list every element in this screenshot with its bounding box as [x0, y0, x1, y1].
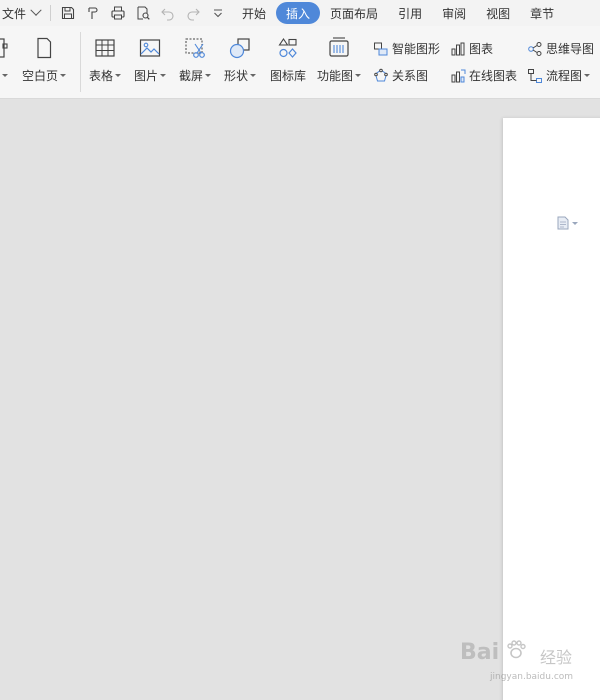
tab-label: 章节: [530, 6, 555, 21]
customize-quick-access-button[interactable]: [207, 2, 229, 24]
dropdown-arrow-icon: [572, 221, 578, 225]
function-chart-label: 功能图: [317, 69, 354, 83]
dropdown-arrow-icon: [2, 74, 8, 77]
dropdown-arrow-icon: [584, 74, 591, 77]
format-painter-button[interactable]: [82, 2, 104, 24]
online-chart-icon: [451, 69, 466, 82]
icon-library-icon: [274, 34, 302, 62]
cover-page-icon: [0, 34, 12, 62]
watermark: Bai 经验 jingyan.baidu.com: [460, 632, 600, 700]
shape-button[interactable]: 形状: [224, 34, 257, 84]
picture-label: 图片: [134, 69, 159, 83]
bar-chart-icon: [451, 42, 465, 55]
dropdown-arrow-icon: [60, 74, 67, 77]
menu-bar: 文件 开始 插入 页面布局 引用 审阅 视图 章节: [0, 0, 600, 26]
file-menu-label: 文件: [2, 6, 27, 21]
smart-art-button[interactable]: 智能图形: [373, 40, 440, 57]
tab-label: 插入: [286, 6, 311, 21]
picture-icon: [136, 34, 164, 62]
mind-map-button[interactable]: 思维导图: [527, 40, 594, 57]
print-icon: [111, 6, 125, 20]
flowchart-label: 流程图: [546, 69, 583, 83]
smart-art-label: 智能图形: [392, 42, 441, 56]
relation-chart-icon: [374, 68, 388, 81]
relation-chart-label: 关系图: [392, 69, 429, 83]
tab-review[interactable]: 审阅: [432, 2, 476, 24]
tab-label: 引用: [398, 6, 423, 21]
document-page[interactable]: [503, 118, 600, 700]
print-preview-button[interactable]: [132, 2, 154, 24]
watermark-suffix: 经验: [540, 648, 573, 667]
tab-label: 开始: [242, 6, 267, 21]
blank-page-icon: [30, 34, 58, 62]
blank-page-button[interactable]: 空白页: [22, 34, 67, 84]
flowchart-icon: [528, 68, 542, 83]
undo-button[interactable]: [157, 2, 179, 24]
watermark-url: jingyan.baidu.com: [490, 672, 574, 682]
screenshot-label: 截屏: [179, 69, 204, 83]
online-chart-button[interactable]: 在线图表: [450, 67, 517, 84]
insert-ribbon: 页 空白页 表格 图片 截屏 形状 图标库: [0, 26, 600, 99]
tab-insert[interactable]: 插入: [276, 2, 321, 24]
dropdown-arrow-icon: [115, 74, 122, 77]
chevron-down-icon: [30, 4, 42, 16]
mind-map-label: 思维导图: [546, 42, 595, 56]
screenshot-button[interactable]: 截屏: [179, 34, 212, 84]
smart-art-icon: [374, 42, 388, 55]
table-button[interactable]: 表格: [89, 34, 122, 84]
page-options-button[interactable]: [557, 216, 578, 230]
file-menu[interactable]: 文件: [0, 0, 42, 26]
icon-library-label: 图标库: [270, 69, 307, 83]
format-painter-icon: [88, 7, 98, 19]
flowchart-button[interactable]: 流程图: [527, 67, 591, 84]
tab-home[interactable]: 开始: [232, 2, 276, 24]
tab-label: 视图: [486, 6, 511, 21]
tab-label: 页面布局: [330, 6, 379, 21]
table-label: 表格: [89, 69, 114, 83]
relation-chart-button[interactable]: 关系图: [373, 67, 428, 84]
blank-page-label: 空白页: [22, 69, 59, 83]
dropdown-arrow-icon: [160, 74, 167, 77]
function-chart-button[interactable]: 功能图: [317, 34, 362, 84]
print-button[interactable]: [107, 2, 129, 24]
watermark-brand: Bai: [460, 640, 500, 665]
tab-section[interactable]: 章节: [520, 2, 564, 24]
table-icon: [91, 34, 119, 62]
save-button[interactable]: [57, 2, 79, 24]
tab-label: 审阅: [442, 6, 467, 21]
shape-label: 形状: [224, 69, 249, 83]
redo-icon: [187, 8, 200, 21]
redo-button[interactable]: [182, 2, 204, 24]
tab-references[interactable]: 引用: [388, 2, 432, 24]
chart-label: 图表: [469, 42, 494, 56]
dropdown-arrow-icon: [250, 74, 257, 77]
save-icon: [61, 6, 75, 20]
chart-button[interactable]: 图表: [450, 40, 493, 57]
menu-divider: [50, 5, 52, 21]
ribbon-divider: [80, 32, 81, 92]
scissors-icon: [181, 34, 209, 62]
online-chart-label: 在线图表: [469, 69, 518, 83]
tab-page-layout[interactable]: 页面布局: [320, 2, 388, 24]
paw-logo: [507, 640, 526, 659]
function-chart-icon: [325, 34, 353, 62]
undo-icon: [161, 8, 174, 21]
mind-map-icon: [528, 41, 542, 56]
dropdown-arrow-icon: [205, 74, 212, 77]
document-icon: [557, 216, 569, 230]
cover-page-button[interactable]: 页: [0, 34, 12, 84]
picture-button[interactable]: 图片: [134, 34, 167, 84]
tab-view[interactable]: 视图: [476, 2, 520, 24]
icon-library-button[interactable]: 图标库: [270, 34, 306, 84]
shape-icon: [226, 34, 254, 62]
print-preview-icon: [137, 6, 150, 20]
dropdown-arrow-icon: [355, 74, 362, 77]
dropdown-arrow-icon: [214, 9, 223, 18]
